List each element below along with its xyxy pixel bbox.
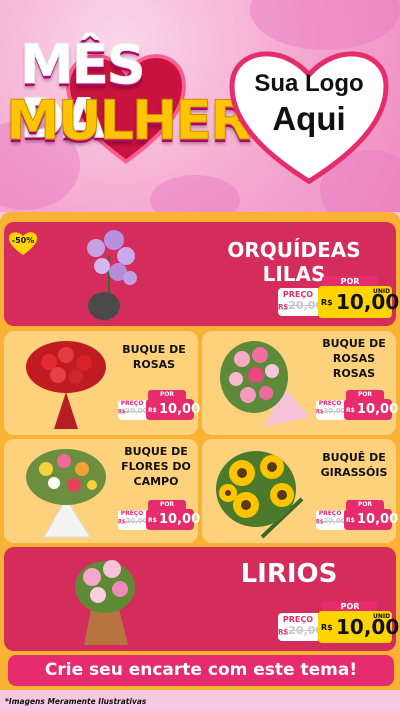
orchid-image [87, 230, 137, 321]
discount-badge: -50% [11, 236, 35, 245]
por-label: POR [346, 500, 384, 509]
por-label: POR [148, 390, 186, 399]
product-name: BUQUÊ DE GIRASSÓIS [320, 451, 388, 479]
new-price: R$ 10,00 UNID [318, 286, 399, 318]
title-line-2: MULHER [6, 89, 253, 152]
por-label: POR [346, 390, 384, 399]
product-name: BUQUE DE ROSAS [122, 343, 186, 371]
new-price: R$ 10,00 UNID [318, 611, 399, 643]
footer: *Imagens Meramente Ilustrativas [0, 690, 400, 711]
rose-bouquet-image [26, 341, 106, 429]
product-name: BUQUE DE ROSAS ROSAS [322, 337, 386, 380]
por-label: POR [148, 500, 186, 509]
cta-banner[interactable]: Crie seu encarte com este tema! [8, 655, 394, 686]
pink-rose-bouquet-image [220, 341, 310, 427]
header-banner: MÊS DA MULHER Sua Logo Aqui [0, 0, 400, 212]
title-block: MÊS DA MULHER [6, 32, 252, 182]
price-tag: POR PREÇO R$20,00 R$ 10,00 UNID [278, 601, 399, 643]
footer-note: *Imagens Meramente Ilustrativas [5, 697, 147, 706]
old-price: PREÇO R$20,00 [316, 400, 346, 420]
sunflower-bouquet-image [216, 451, 304, 539]
old-price: PREÇO R$20,00 [278, 613, 323, 641]
field-flowers-image [26, 449, 106, 538]
old-price: PREÇO R$20,00 [118, 510, 148, 530]
price-tag: POR PREÇO R$20,00 R$ 10,00 [316, 500, 398, 530]
new-price: R$ 10,00 [344, 509, 398, 530]
price-tag: POR PREÇO R$20,00 R$ 10,00 [118, 500, 200, 530]
new-price: R$ 10,00 [146, 399, 200, 420]
logo-line-2: Aqui [272, 100, 346, 137]
product-name: BUQUE DE FLORES DO CAMPO [121, 445, 191, 488]
old-price: PREÇO R$20,00 [278, 288, 323, 316]
product-name: LIRIOS [240, 559, 338, 589]
price-tag: POR PREÇO R$20,00 R$ 10,00 [316, 390, 398, 420]
price-tag: POR PREÇO R$20,00 R$ 10,00 UNID [278, 276, 399, 318]
lily-image [75, 560, 135, 645]
old-price: PREÇO R$20,00 [316, 510, 346, 530]
logo-line-1: Sua Logo [254, 70, 364, 97]
new-price: R$ 10,00 [146, 509, 200, 530]
old-price: PREÇO R$20,00 [118, 400, 148, 420]
price-tag: POR PREÇO R$20,00 R$ 10,00 [118, 390, 200, 420]
logo-placeholder: Sua Logo Aqui [224, 70, 394, 138]
new-price: R$ 10,00 [344, 399, 398, 420]
